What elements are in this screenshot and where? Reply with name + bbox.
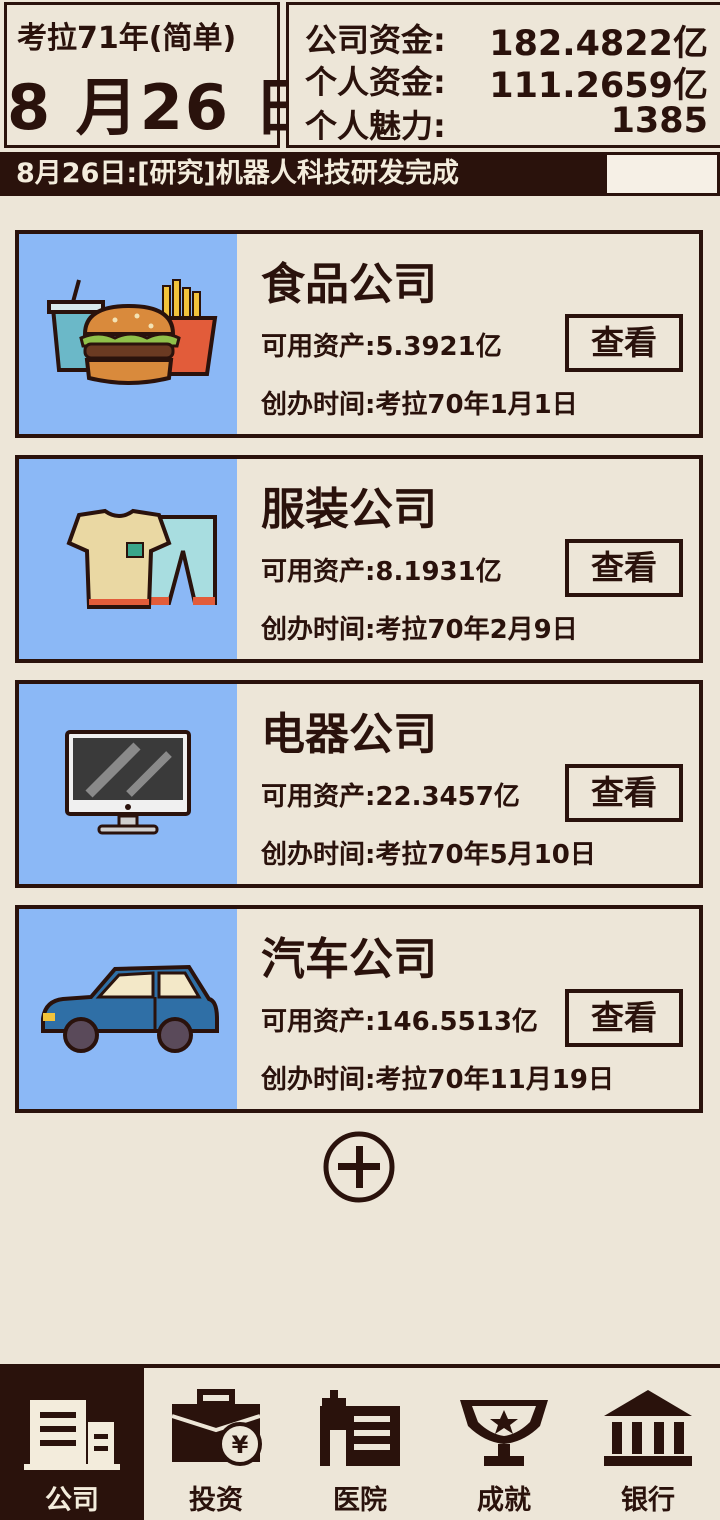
company-founded: 创办时间:考拉70年1月1日 — [261, 390, 578, 420]
company-card-food: 食品公司 可用资产:5.3921亿 创办时间:考拉70年1月1日 查看 — [15, 230, 703, 438]
charm-value: 1385 — [610, 101, 708, 141]
nav-label: 医院 — [333, 1485, 387, 1516]
company-name: 食品公司 — [261, 259, 437, 310]
bottom-nav: 公司 ¥ 投资 医院 成就 银行 — [0, 1364, 720, 1520]
briefcase-yen-icon: ¥ — [171, 1389, 262, 1466]
news-ticker: 8月26日:[研究]机器人科技研发完成 — [0, 152, 604, 196]
monitor-icon — [65, 730, 191, 835]
personal-funds-row: 个人资金: 111.2659亿 — [305, 57, 708, 106]
food-icon — [47, 279, 218, 385]
company-name: 汽车公司 — [261, 934, 437, 985]
company-name: 服装公司 — [261, 484, 437, 535]
company-thumb — [19, 459, 237, 659]
company-founded: 创办时间:考拉70年11月19日 — [261, 1065, 614, 1095]
company-thumb — [19, 909, 237, 1109]
funds-panel: 公司资金: 182.4822亿 个人资金: 111.2659亿 个人魅力: 13… — [286, 2, 720, 148]
company-assets: 可用资产:146.5513亿 — [261, 1007, 538, 1037]
clothing-icon — [66, 508, 217, 609]
nav-label: 银行 — [621, 1485, 675, 1516]
nav-invest[interactable]: ¥ 投资 — [144, 1368, 288, 1520]
header: 考拉71年(简单) 8 月26 日 公司资金: 182.4822亿 个人资金: … — [0, 0, 720, 152]
charm-label: 个人魅力: — [305, 107, 446, 145]
nav-hospital[interactable]: 医院 — [288, 1368, 432, 1520]
view-button[interactable]: 查看 — [565, 314, 683, 372]
day-label: 8 月26 日 — [7, 71, 318, 144]
nav-achievements[interactable]: 成就 — [432, 1368, 576, 1520]
add-company-button[interactable] — [322, 1130, 396, 1204]
charm-row: 个人魅力: 1385 — [305, 101, 708, 145]
view-button[interactable]: 查看 — [565, 989, 683, 1047]
company-assets: 可用资产:22.3457亿 — [261, 782, 520, 812]
company-assets: 可用资产:5.3921亿 — [261, 332, 502, 362]
nav-label: 公司 — [45, 1485, 99, 1516]
company-name: 电器公司 — [261, 709, 437, 760]
nav-company[interactable]: 公司 — [0, 1368, 144, 1520]
company-funds-label: 公司资金: — [305, 21, 446, 59]
trophy-icon — [460, 1400, 548, 1466]
company-card-clothing: 服装公司 可用资产:8.1931亿 创办时间:考拉70年2月9日 查看 — [15, 455, 703, 663]
company-assets: 可用资产:8.1931亿 — [261, 557, 502, 587]
company-card-car: 汽车公司 可用资产:146.5513亿 创办时间:考拉70年11月19日 查看 — [15, 905, 703, 1113]
personal-funds-label: 个人资金: — [305, 63, 446, 101]
svg-text:¥: ¥ — [232, 1431, 249, 1459]
company-founded: 创办时间:考拉70年5月10日 — [261, 840, 596, 870]
nav-label: 成就 — [477, 1485, 531, 1516]
hospital-icon — [320, 1390, 400, 1466]
nav-label: 投资 — [189, 1485, 243, 1516]
view-button[interactable]: 查看 — [565, 539, 683, 597]
car-icon — [41, 964, 219, 1053]
building-icon — [24, 1400, 120, 1470]
news-ticker-end — [604, 152, 720, 196]
company-card-electronics: 电器公司 可用资产:22.3457亿 创办时间:考拉70年5月10日 查看 — [15, 680, 703, 888]
view-button[interactable]: 查看 — [565, 764, 683, 822]
company-founded: 创办时间:考拉70年2月9日 — [261, 615, 578, 645]
date-panel: 考拉71年(简单) 8 月26 日 — [4, 2, 318, 148]
year-label: 考拉71年(简单) — [17, 21, 237, 56]
nav-bank[interactable]: 银行 — [576, 1368, 720, 1520]
company-thumb — [19, 684, 237, 884]
company-thumb — [19, 234, 237, 434]
company-funds-row: 公司资金: 182.4822亿 — [305, 15, 708, 64]
bank-icon — [604, 1390, 692, 1466]
